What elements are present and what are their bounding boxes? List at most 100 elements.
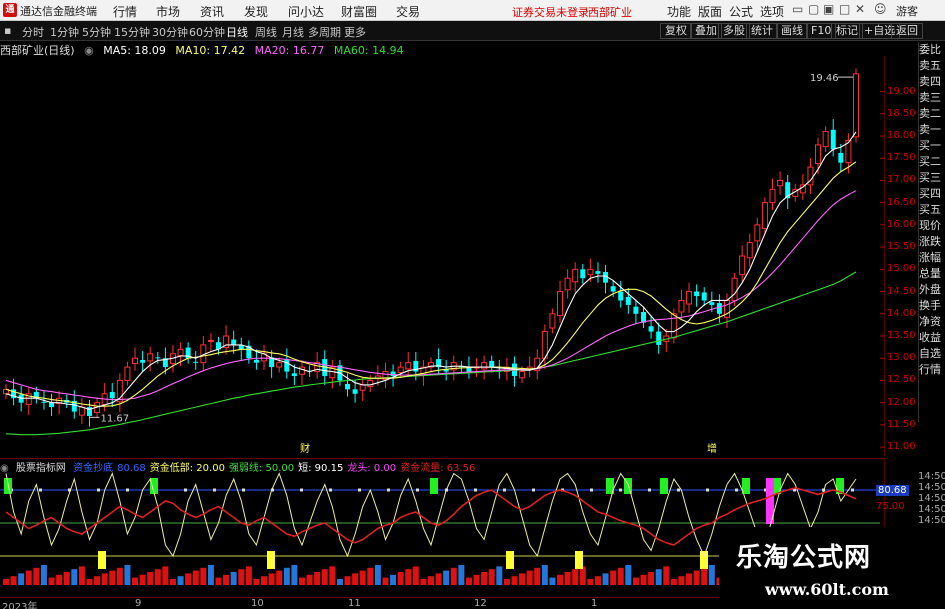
candle <box>807 158 814 194</box>
period-tick[interactable]: ▪ <box>4 24 11 37</box>
candle <box>511 356 517 387</box>
period-60min[interactable]: 60分钟 <box>189 24 225 40</box>
menu-news[interactable]: 资讯 <box>200 3 224 20</box>
indicator-bar <box>162 566 169 585</box>
period-weekly[interactable]: 周线 <box>255 24 277 40</box>
side-panel-item[interactable]: 换手 <box>919 298 945 314</box>
stats-button[interactable]: 统计 <box>746 23 778 39</box>
minimize-icon[interactable]: ▭ <box>792 2 803 16</box>
side-panel-item[interactable]: 卖三 <box>919 90 945 106</box>
app-name: 通达信金融终端 <box>20 5 97 18</box>
top-signal-block <box>430 478 438 494</box>
side-panel-item[interactable]: 涨幅 <box>919 250 945 266</box>
side-panel-item[interactable]: 现价 <box>919 218 945 234</box>
indicator-bar <box>185 573 192 585</box>
window-icon[interactable]: ▣ <box>823 2 834 16</box>
side-panel-item[interactable]: 净资 <box>919 314 945 330</box>
draw-button[interactable]: 画线 <box>776 23 808 39</box>
event-marker[interactable]: 增 <box>707 442 717 455</box>
menu-layout[interactable]: 版面 <box>698 3 722 20</box>
candle <box>185 342 191 364</box>
indicator-bar <box>71 569 78 585</box>
side-panel-item[interactable]: 买三 <box>919 170 945 186</box>
period-5min[interactable]: 5分钟 <box>82 24 111 40</box>
side-panel-item[interactable]: 外盘 <box>919 282 945 298</box>
ma60-line <box>5 271 857 436</box>
period-multi[interactable]: 多周期 <box>308 24 341 40</box>
side-panel-item[interactable]: 涨跌 <box>919 234 945 250</box>
price-tick-label: 12.50 <box>887 374 916 386</box>
back-button[interactable]: 返回 <box>891 23 923 39</box>
indicator-bar <box>336 579 343 585</box>
menu-formula[interactable]: 公式 <box>729 3 753 20</box>
menu-trade[interactable]: 交易 <box>396 3 420 20</box>
price-tick-label: 11.50 <box>887 418 916 430</box>
price-tick-label: 16.00 <box>887 218 916 230</box>
price-tick-label: 14.00 <box>887 307 916 319</box>
side-panel-item[interactable]: 委比 <box>919 42 945 58</box>
side-panel-item[interactable]: 卖一 <box>919 122 945 138</box>
side-panel-item[interactable]: 卖四 <box>919 74 945 90</box>
indicator-bar <box>367 567 374 585</box>
candle <box>246 340 252 364</box>
indicator-bar <box>655 569 662 585</box>
menu-market[interactable]: 市场 <box>156 3 180 20</box>
indicator-bar <box>359 570 366 585</box>
candle <box>701 287 707 306</box>
period-monthly[interactable]: 月线 <box>282 24 304 40</box>
adjust-button[interactable]: 复权 <box>660 23 692 39</box>
indicator-bar <box>701 567 708 585</box>
indicator-bar <box>344 576 351 585</box>
side-panel-item[interactable]: 买二 <box>919 154 945 170</box>
menu-market-quotes[interactable]: 行情 <box>113 3 137 20</box>
side-panel-item[interactable]: 行情 <box>919 362 945 378</box>
menu-function[interactable]: 功能 <box>667 3 691 20</box>
side-panel-item[interactable]: 买一 <box>919 138 945 154</box>
price-tick-label: 13.50 <box>887 330 916 341</box>
guest-label[interactable]: 游客 <box>896 3 918 19</box>
indicator-bar <box>670 579 677 585</box>
side-panel-item[interactable]: 买五 <box>919 202 945 218</box>
price-tick-label: 13.00 <box>887 352 916 364</box>
menu-wealth-circle[interactable]: 财富圈 <box>341 3 377 20</box>
user-icon[interactable]: ☺ <box>874 2 887 16</box>
indicator-bar <box>192 570 199 585</box>
indicator-bar <box>412 566 419 585</box>
maximize-icon[interactable]: □ <box>839 2 850 16</box>
restore-icon[interactable]: ▢ <box>808 2 819 16</box>
indicator-dot <box>474 488 477 492</box>
period-30min[interactable]: 30分钟 <box>152 24 188 40</box>
period-daily[interactable]: 日线 <box>226 24 248 40</box>
period-15min[interactable]: 15分钟 <box>114 24 150 40</box>
side-panel-item[interactable]: 买四 <box>919 186 945 202</box>
close-icon[interactable]: ✕ <box>855 2 865 16</box>
period-more[interactable]: 更多 <box>344 24 366 40</box>
indicator-bar <box>18 573 25 585</box>
side-panel-item[interactable]: 卖二 <box>919 106 945 122</box>
side-panel-item[interactable]: 收益 <box>919 330 945 346</box>
side-panel-item[interactable]: 总量 <box>919 266 945 282</box>
period-intraday[interactable]: 分时 <box>22 24 44 40</box>
candle <box>549 308 556 334</box>
candle <box>526 356 533 377</box>
menu-options[interactable]: 选项 <box>760 3 784 20</box>
side-panel-item[interactable]: 卖五 <box>919 58 945 74</box>
indicator-bar <box>382 577 389 585</box>
side-panel-item[interactable]: 自选 <box>919 346 945 362</box>
candle <box>124 361 131 386</box>
stock-tag: 西部矿业 <box>588 6 632 19</box>
event-marker[interactable]: 财 <box>300 442 310 455</box>
indicator-bar <box>48 577 55 585</box>
candlestick-chart[interactable]: 19.46 11.67 财 增 <box>0 56 885 456</box>
menu-discover[interactable]: 发现 <box>244 3 268 20</box>
period-1min[interactable]: 1分钟 <box>50 24 79 40</box>
indicator-bar <box>648 572 655 585</box>
high-price-label: 19.46 <box>810 73 839 84</box>
indicator-bar <box>78 566 85 585</box>
price-tick-label: 14.50 <box>887 285 916 297</box>
indicator-bar <box>33 567 40 585</box>
time-tick-label: 14:50 <box>918 471 945 482</box>
candle <box>428 357 434 373</box>
login-notice[interactable]: 证券交易未登录 <box>512 4 589 20</box>
menu-ask[interactable]: 问小达 <box>288 3 324 20</box>
